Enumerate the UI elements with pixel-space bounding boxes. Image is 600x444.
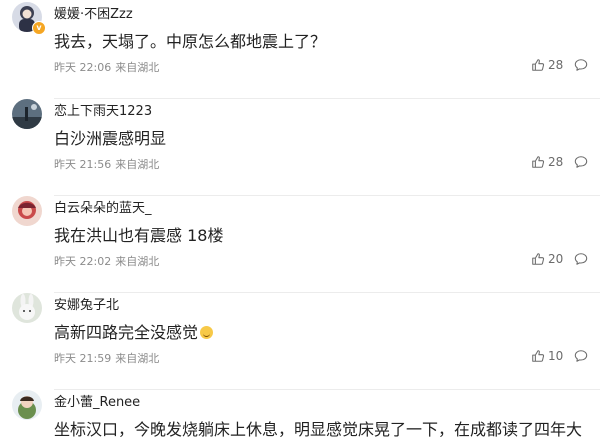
- comment-meta: 昨天 22:02 来自湖北: [54, 253, 163, 269]
- like-count: 20: [548, 252, 564, 266]
- location: 来自湖北: [115, 255, 160, 268]
- comment-text: 坐标汉口，今晚发烧躺床上休息，明显感觉床晃了一下，在成都读了四年大: [54, 420, 583, 439]
- timestamp: 昨天 21:59: [54, 352, 112, 365]
- timestamp: 昨天 22:02: [54, 255, 112, 268]
- comment-item: 白云朵朵的蓝天_ 我在洪山也有震感 18楼 昨天 22:02 来自湖北 20: [0, 196, 600, 293]
- thumbs-up-icon: [532, 350, 545, 362]
- laughing-emoji-icon: [200, 326, 214, 339]
- comment-meta: 昨天 22:06 来自湖北: [54, 59, 163, 75]
- reply-button[interactable]: [574, 252, 588, 266]
- username[interactable]: 金小蕾_Renee: [54, 391, 140, 410]
- avatar[interactable]: [12, 196, 42, 226]
- like-button[interactable]: 10: [531, 348, 563, 364]
- comment-item: 安娜兔子北 高新四路完全没感觉 昨天 21:59 来自湖北 10: [0, 293, 600, 390]
- comment-text: 白沙洲震感明显: [54, 129, 167, 148]
- avatar-image: [12, 390, 42, 420]
- comment-text: 高新四路完全没感觉: [54, 319, 214, 343]
- avatar[interactable]: [12, 293, 42, 323]
- reply-button[interactable]: [574, 155, 588, 169]
- username[interactable]: 安娜兔子北: [54, 294, 119, 313]
- timestamp: 昨天 21:56: [54, 158, 112, 171]
- reply-button[interactable]: [574, 58, 588, 72]
- avatar[interactable]: [12, 99, 42, 129]
- avatar[interactable]: [12, 390, 42, 420]
- avatar-image: [12, 196, 42, 226]
- like-count: 28: [548, 58, 564, 72]
- location: 来自湖北: [115, 352, 160, 365]
- comment-meta: 昨天 21:59 来自湖北: [54, 350, 163, 366]
- speech-bubble-icon: [574, 350, 588, 362]
- like-count: 28: [548, 155, 564, 169]
- like-button[interactable]: 28: [531, 154, 563, 170]
- avatar-image: [12, 293, 42, 323]
- location: 来自湖北: [115, 61, 160, 74]
- like-button[interactable]: 28: [531, 57, 563, 73]
- like-count: 10: [548, 349, 564, 363]
- comment-meta: 昨天 21:56 来自湖北: [54, 156, 163, 172]
- username[interactable]: 恋上下雨天1223: [54, 100, 152, 119]
- comment-item: 金小蕾_Renee 坐标汉口，今晚发烧躺床上休息，明显感觉床晃了一下，在成都读了…: [0, 390, 600, 444]
- reply-button[interactable]: [574, 349, 588, 363]
- thumbs-up-icon: [532, 59, 545, 71]
- speech-bubble-icon: [574, 156, 588, 168]
- comment-item: 恋上下雨天1223 白沙洲震感明显 昨天 21:56 来自湖北 28: [0, 99, 600, 196]
- thumbs-up-icon: [532, 156, 545, 168]
- timestamp: 昨天 22:06: [54, 61, 112, 74]
- avatar-image: [12, 99, 42, 129]
- speech-bubble-icon: [574, 59, 588, 71]
- username[interactable]: 白云朵朵的蓝天_: [54, 197, 152, 216]
- verified-badge-icon: v: [32, 21, 46, 35]
- username[interactable]: 媛媛·不困Zzz: [54, 3, 133, 22]
- comment-text: 我去，天塌了。中原怎么都地震上了？: [54, 32, 327, 51]
- thumbs-up-icon: [532, 253, 545, 265]
- location: 来自湖北: [115, 158, 160, 171]
- comment-text: 我在洪山也有震感 18楼: [54, 226, 224, 245]
- like-button[interactable]: 20: [531, 251, 563, 267]
- speech-bubble-icon: [574, 253, 588, 265]
- comment-item: v 媛媛·不困Zzz 我去，天塌了。中原怎么都地震上了？ 昨天 22:06 来自湖…: [0, 2, 600, 99]
- comment-text-value: 高新四路完全没感觉: [54, 323, 199, 342]
